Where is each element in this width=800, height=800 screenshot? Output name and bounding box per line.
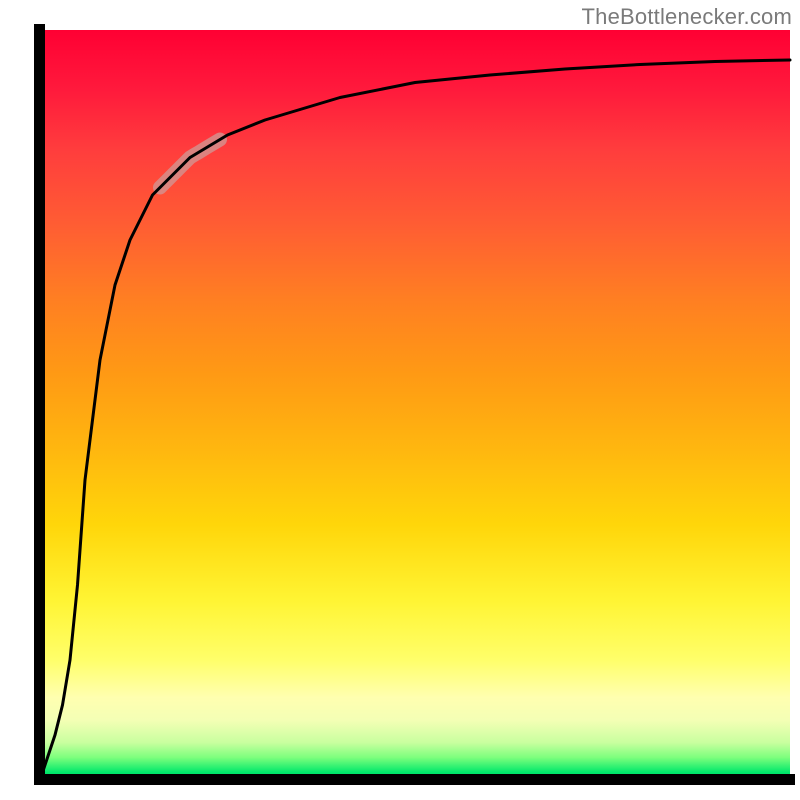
axes-frame <box>34 24 795 785</box>
y-axis-line <box>34 24 45 785</box>
watermark-text: TheBottlenecker.com <box>582 4 792 30</box>
bottleneck-curve <box>40 60 790 780</box>
x-axis-line <box>34 774 795 785</box>
chart-stage: TheBottlenecker.com <box>0 0 800 800</box>
chart-svg <box>0 0 800 800</box>
